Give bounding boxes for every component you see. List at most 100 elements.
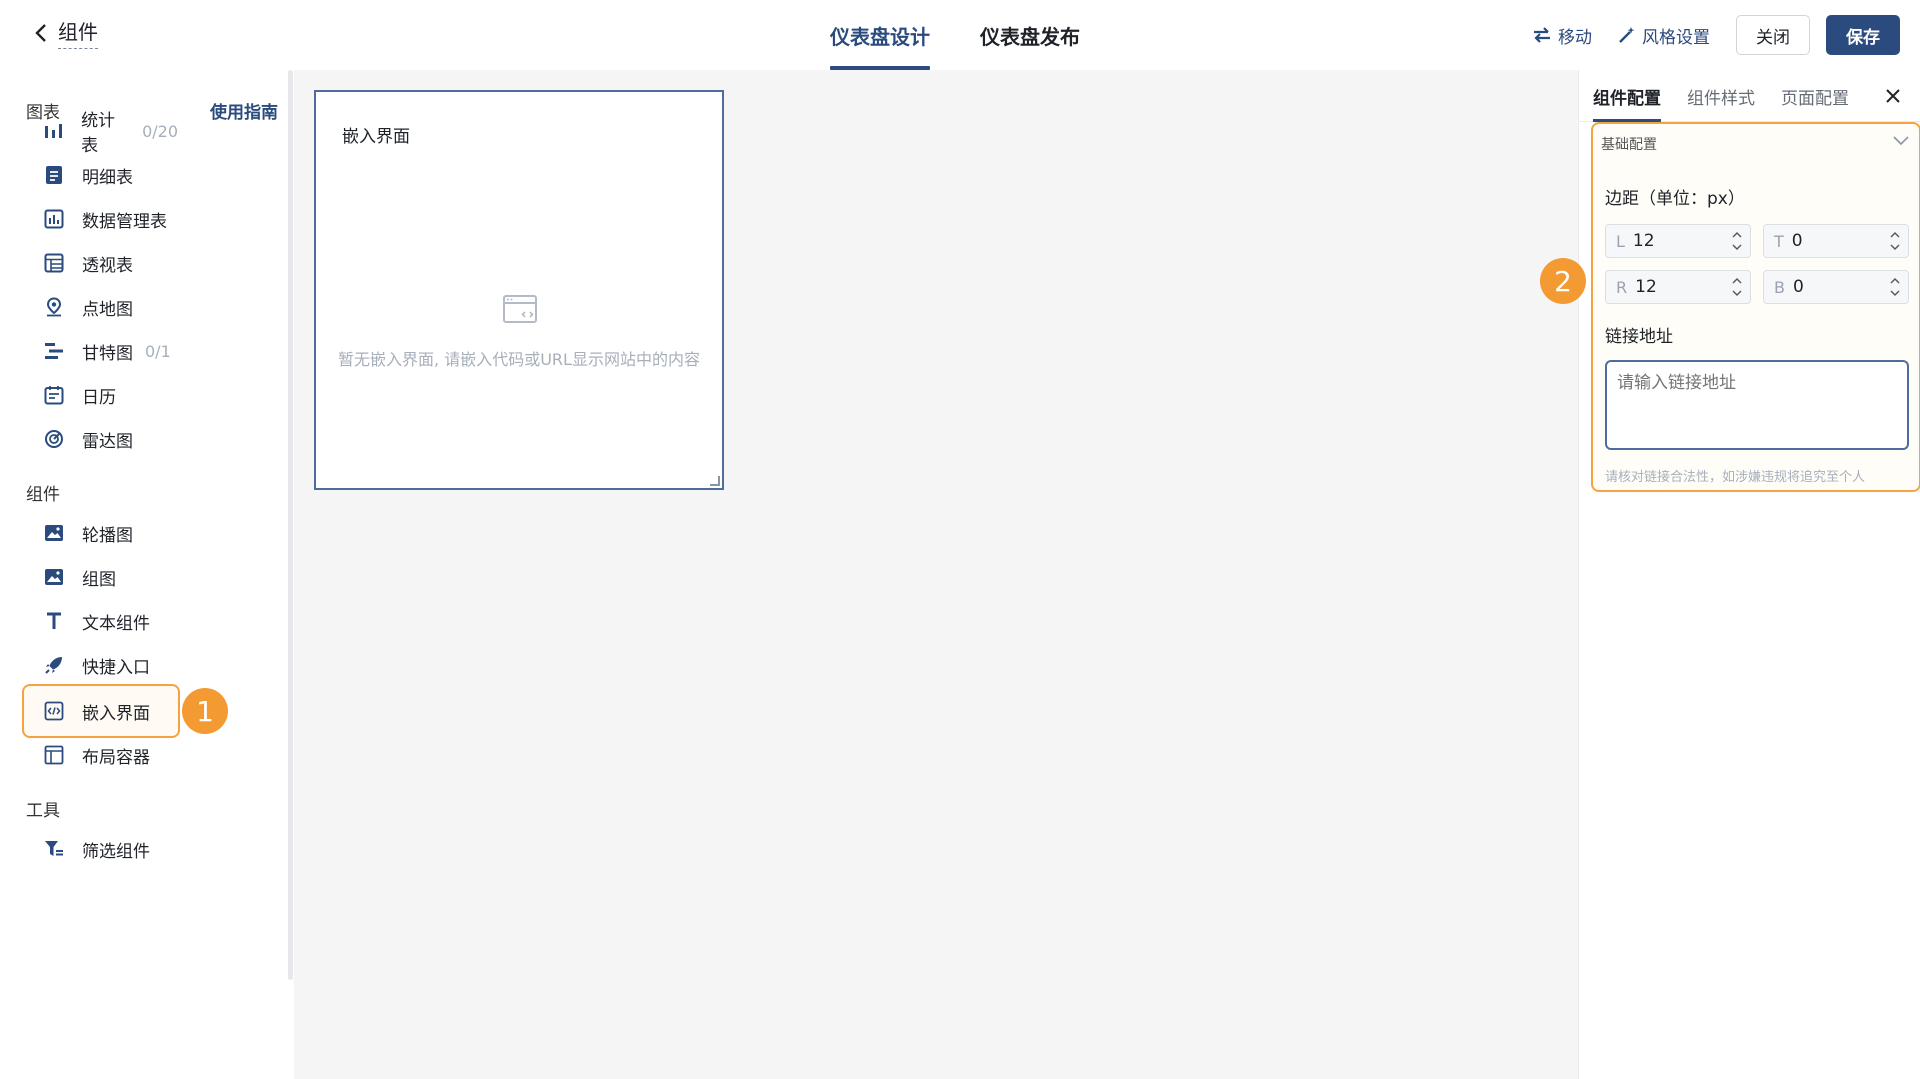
margin-label: 边距（单位：px） (1605, 189, 1745, 209)
sidebar-item-label: 嵌入界面 (82, 703, 150, 724)
style-settings-label: 风格设置 (1642, 27, 1710, 48)
tab-page-config[interactable]: 页面配置 (1781, 84, 1849, 122)
step-badge-1: 1 (182, 688, 228, 734)
stepper-icon[interactable] (1890, 229, 1900, 253)
sidebar-item-label: 布局容器 (82, 747, 150, 768)
text-icon (42, 609, 66, 633)
component-sidebar: 图表 使用指南 统计表 0/20 明细表 数据管理表 透视表 点地图 甘特图 0… (0, 70, 288, 1079)
margin-top-input[interactable]: T 0 (1763, 224, 1909, 258)
sidebar-item-filter[interactable]: 筛选组件 (24, 824, 178, 874)
tab-component-config[interactable]: 组件配置 (1593, 84, 1661, 122)
gantt-icon (42, 339, 66, 363)
sidebar-item-radar[interactable]: 雷达图 (24, 414, 178, 464)
sidebar-item-layout-container[interactable]: 布局容器 (24, 730, 178, 780)
embed-component-card[interactable]: 嵌入界面 暂无嵌入界面, 请嵌入代码或URL显示网站中的内容 (314, 90, 724, 490)
config-panel: 组件配置 组件样式 页面配置 基础配置 边距（单位：px） L 12 T 0 R… (1578, 70, 1920, 1079)
sidebar-item-label: 统计表 (81, 111, 116, 156)
sidebar-item-image-group[interactable]: 组图 (24, 552, 178, 602)
dashboard-canvas[interactable]: 嵌入界面 暂无嵌入界面, 请嵌入代码或URL显示网站中的内容 (294, 70, 1578, 1079)
sidebar-item-carousel[interactable]: 轮播图 (24, 508, 178, 558)
sidebar-item-gantt[interactable]: 甘特图 0/1 (24, 326, 178, 376)
usage-count: 0/20 (142, 121, 178, 141)
usage-guide-link[interactable]: 使用指南 (210, 98, 278, 123)
swap-arrows-icon (1534, 27, 1550, 43)
sidebar-item-detail-table[interactable]: 明细表 (24, 150, 178, 200)
radar-icon (42, 427, 66, 451)
sidebar-item-data-table[interactable]: 数据管理表 (24, 194, 178, 244)
image-icon (42, 565, 66, 589)
margin-prefix: B (1774, 277, 1785, 297)
chevron-left-icon (28, 20, 54, 46)
sidebar-item-label: 雷达图 (82, 431, 133, 452)
margin-left-input[interactable]: L 12 (1605, 224, 1751, 258)
rocket-icon (42, 653, 66, 677)
config-tabs: 组件配置 组件样式 页面配置 (1579, 70, 1920, 122)
link-url-input[interactable] (1605, 360, 1909, 450)
sidebar-item-label: 透视表 (82, 255, 133, 276)
layout-icon (42, 743, 66, 767)
link-label: 链接地址 (1605, 327, 1673, 347)
stepper-icon[interactable] (1732, 229, 1742, 253)
section-title-components: 组件 (26, 485, 60, 505)
margin-prefix: T (1774, 231, 1784, 251)
usage-count: 0/1 (145, 341, 171, 361)
stepper-icon[interactable] (1732, 275, 1742, 299)
tab-dashboard-design[interactable]: 仪表盘设计 (830, 0, 930, 70)
sidebar-scrollbar[interactable] (288, 70, 293, 980)
sidebar-item-point-map[interactable]: 点地图 (24, 282, 178, 332)
step-badge-2: 2 (1540, 258, 1586, 304)
magic-wand-icon (1619, 27, 1635, 43)
map-pin-icon (42, 295, 66, 319)
sidebar-item-text[interactable]: 文本组件 (24, 596, 178, 646)
top-bar: 组件 仪表盘设计 仪表盘发布 移动 风格设置 关闭 保存 (0, 0, 1920, 70)
margin-right-input[interactable]: R 12 (1605, 270, 1751, 304)
close-button[interactable]: 关闭 (1736, 15, 1810, 55)
sidebar-item-label: 文本组件 (82, 613, 150, 634)
back-button[interactable]: 组件 (28, 16, 98, 49)
sidebar-item-label: 点地图 (82, 299, 133, 320)
section-title-tools: 工具 (26, 801, 60, 821)
margin-bottom-input[interactable]: B 0 (1763, 270, 1909, 304)
embed-code-icon (42, 699, 66, 723)
move-button[interactable]: 移动 (1532, 23, 1592, 48)
pivot-table-icon (42, 251, 66, 275)
margin-value: 0 (1792, 277, 1804, 297)
close-icon[interactable] (1883, 86, 1903, 106)
margin-value: 12 (1632, 231, 1655, 251)
margin-prefix: L (1616, 231, 1625, 251)
link-hint-text: 请核对链接合法性，如涉嫌违规将追究至个人 (1605, 470, 1866, 485)
sidebar-item-calendar[interactable]: 日历 (24, 370, 178, 420)
sidebar-item-label: 数据管理表 (82, 211, 167, 232)
calendar-icon (42, 383, 66, 407)
filter-icon (42, 837, 66, 861)
sidebar-item-label: 轮播图 (82, 525, 133, 546)
sidebar-item-label: 甘特图 (82, 343, 133, 364)
tab-dashboard-publish[interactable]: 仪表盘发布 (980, 0, 1080, 70)
style-settings-button[interactable]: 风格设置 (1618, 23, 1710, 48)
chevron-down-icon[interactable] (1893, 136, 1909, 146)
move-label: 移动 (1558, 27, 1592, 48)
save-button[interactable]: 保存 (1826, 15, 1900, 55)
margin-prefix: R (1616, 277, 1628, 297)
card-title: 嵌入界面 (342, 127, 410, 147)
margin-value: 0 (1791, 231, 1803, 251)
margin-value: 12 (1635, 277, 1657, 297)
sidebar-item-label: 组图 (82, 569, 116, 590)
top-actions: 移动 风格设置 关闭 保存 (1532, 15, 1900, 55)
bar-chart-icon (42, 119, 65, 143)
image-icon (42, 521, 66, 545)
group-title: 基础配置 (1601, 137, 1657, 153)
resize-handle[interactable] (710, 476, 720, 486)
sidebar-item-label: 筛选组件 (82, 841, 150, 862)
embed-browser-icon (502, 294, 538, 330)
sidebar-item-shortcut[interactable]: 快捷入口 (24, 640, 178, 690)
sidebar-item-label: 快捷入口 (82, 657, 150, 678)
sidebar-item-label: 日历 (82, 387, 116, 408)
sidebar-item-stat-table[interactable]: 统计表 0/20 (24, 106, 178, 156)
sidebar-item-label: 明细表 (82, 167, 133, 188)
stepper-icon[interactable] (1890, 275, 1900, 299)
tab-component-style[interactable]: 组件样式 (1687, 84, 1755, 122)
page-title: 组件 (58, 16, 98, 49)
data-table-icon (42, 207, 66, 231)
sidebar-item-pivot-table[interactable]: 透视表 (24, 238, 178, 288)
